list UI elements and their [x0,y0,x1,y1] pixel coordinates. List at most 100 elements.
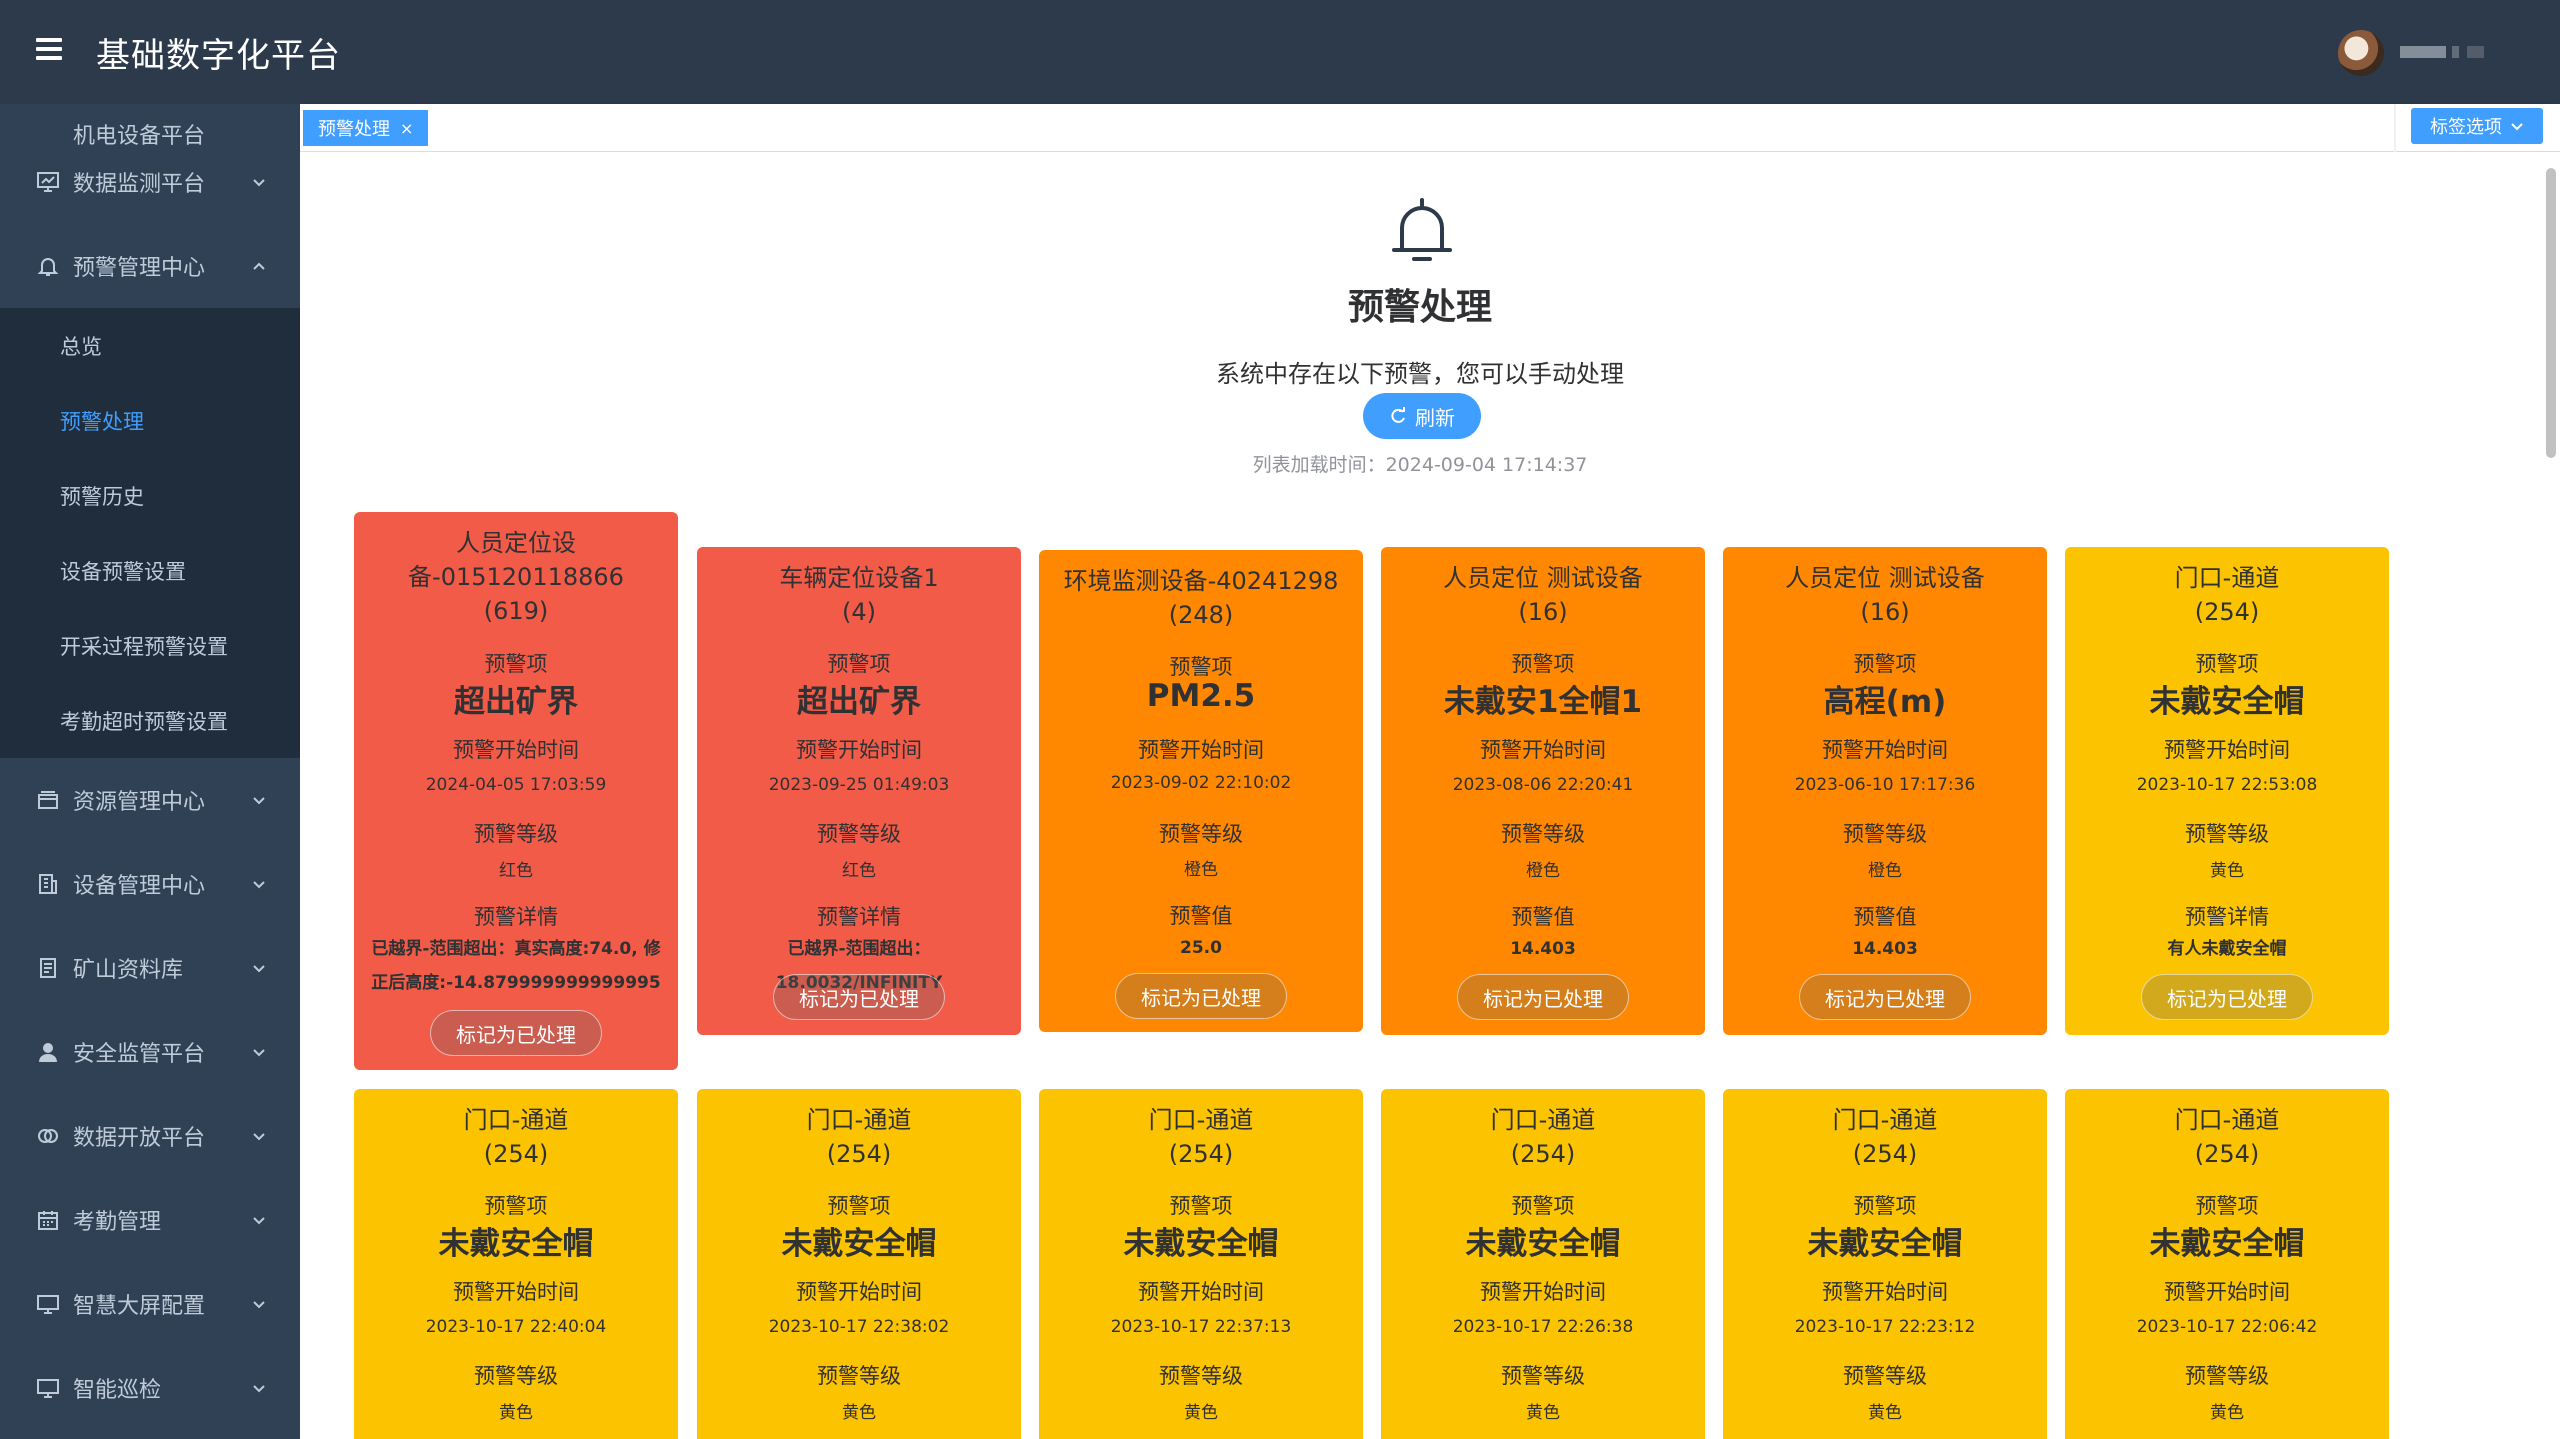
refresh-button[interactable]: 刷新 [1363,393,1481,439]
mark-handled-label: 标记为已处理 [1483,986,1603,1011]
sidebar-item-data-open[interactable]: 数据开放平台 [0,1094,300,1178]
mark-handled-button[interactable]: 标记为已处理 [1115,973,1287,1019]
sidebar: 机电设备平台 数据监测平台 预警管理中心 总览 预警处理 预警历史 设备预警设置… [0,104,300,1439]
card-count: (254) [1168,1140,1234,1168]
sidebar-item-device-center[interactable]: 设备管理中心 [0,842,300,926]
card-level-label: 预警等级 [1159,822,1243,846]
box-icon [38,791,58,809]
mark-handled-button[interactable]: 标记为已处理 [773,974,945,1020]
bell-icon [1392,198,1452,261]
warning-card: 门口-通道 (254) 预警项 未戴安全帽 预警开始时间 2023-10-17 … [1039,1089,1363,1439]
sidebar-subitem-label: 总览 [60,334,102,359]
sidebar-item-safety-platform[interactable]: 安全监管平台 [0,1010,300,1094]
card-device-name: 人员定位 测试设备 [1443,564,1643,592]
monitor-chart-icon [37,172,59,192]
chevron-down-icon [253,1217,265,1225]
page-title: 预警处理 [1347,287,1492,328]
sidebar-item-label: 安全监管平台 [73,1042,206,1067]
top-header: 基础数字化平台 [0,0,2560,104]
card-detail-label: 预警详情 [2185,905,2269,929]
sidebar-subitem-warning-handle[interactable]: 预警处理 [0,383,300,458]
mark-handled-button[interactable]: 标记为已处理 [1799,974,1971,1020]
card-item-value: 未戴安全帽 [1807,1226,1963,1262]
hamburger-menu-icon[interactable] [36,38,62,64]
chevron-down-icon [253,179,265,187]
card-count: (4) [842,598,876,626]
card-detail-label: 预警详情 [817,905,901,929]
vertical-scrollbar[interactable] [2546,168,2556,458]
card-value-label: 预警值 [1169,904,1233,928]
card-count: (16) [1860,598,1910,626]
mark-handled-label: 标记为已处理 [799,986,919,1011]
sidebar-item-bigscreen-config[interactable]: 智慧大屏配置 [0,1262,300,1346]
card-time-label: 预警开始时间 [453,738,579,762]
sidebar-subitem-device-warning-settings[interactable]: 设备预警设置 [0,533,300,608]
sidebar-item-label: 考勤管理 [73,1210,162,1235]
card-level-label: 预警等级 [1501,1364,1585,1388]
card-device-name-cont: 备-015120118866 [408,563,624,591]
warning-card: 人员定位 测试设备 (16) 预警项 未戴安1全帽1 预警开始时间 2023-0… [1381,547,1705,1035]
card-device-name: 车辆定位设备1 [779,564,939,592]
mark-handled-button[interactable]: 标记为已处理 [430,1010,602,1056]
sidebar-item-warning-center[interactable]: 预警管理中心 [0,224,300,308]
card-time-label: 预警开始时间 [2164,738,2290,762]
card-item-label: 预警项 [484,1194,548,1218]
chevron-down-icon [253,881,265,889]
card-item-value: 未戴安全帽 [1123,1226,1279,1262]
sidebar-item-mine-library[interactable]: 矿山资料库 [0,926,300,1010]
card-detail-value: 有人未戴安全帽 [2167,939,2287,959]
warning-card: 人员定位 测试设备 (16) 预警项 高程(m) 预警开始时间 2023-06-… [1723,547,2047,1035]
mark-handled-button[interactable]: 标记为已处理 [2141,974,2313,1020]
user-avatar[interactable] [2338,30,2384,76]
sidebar-item-smart-inspection[interactable]: 智能巡检 [0,1346,300,1430]
card-level-label: 预警等级 [1843,822,1927,846]
warning-card: 门口-通道 (254) 预警项 未戴安全帽 预警开始时间 2023-10-17 … [2065,1089,2389,1439]
tag-options-button[interactable]: 标签选项 [2411,108,2543,144]
card-item-value: 未戴安全帽 [2149,1226,2305,1262]
card-level-label: 预警等级 [817,1364,901,1388]
chevron-down-icon [253,1301,265,1309]
card-item-label: 预警项 [827,1194,891,1218]
chevron-down-icon [253,965,265,973]
card-level-value: 黄色 [842,1403,876,1423]
card-level-value: 红色 [842,861,876,881]
card-item-value: 未戴安全帽 [438,1226,594,1262]
data-icon [38,1129,58,1143]
sidebar-subitem-warning-history[interactable]: 预警历史 [0,458,300,533]
sidebar-item-attendance[interactable]: 考勤管理 [0,1178,300,1262]
card-time-label: 预警开始时间 [1480,738,1606,762]
card-item-label: 预警项 [484,652,548,676]
sidebar-item-data-monitor[interactable]: 数据监测平台 [0,140,300,224]
card-time-label: 预警开始时间 [1480,1280,1606,1304]
chevron-down-icon [253,797,265,805]
card-device-name: 门口-通道 [2174,1106,2280,1134]
user-icon [39,1043,57,1062]
sidebar-subitem-overview[interactable]: 总览 [0,308,300,383]
card-level-value: 红色 [499,861,533,881]
sidebar-subitem-mining-warning-settings[interactable]: 开采过程预警设置 [0,608,300,683]
mark-handled-button[interactable]: 标记为已处理 [1457,974,1629,1020]
mark-handled-label: 标记为已处理 [456,1022,576,1047]
warning-card: 人员定位设 备-015120118866 (619) 预警项 超出矿界 预警开始… [354,512,678,1070]
card-count: (254) [483,1140,549,1168]
card-time-value: 2024-04-05 17:03:59 [425,775,607,795]
username-blurred[interactable] [2400,46,2484,58]
card-item-value: 未戴安全帽 [1465,1226,1621,1262]
warning-card: 门口-通道 (254) 预警项 未戴安全帽 预警开始时间 2023-10-17 … [697,1089,1021,1439]
card-time-value: 2023-08-06 22:20:41 [1452,775,1634,795]
sidebar-subitem-attendance-warning-settings[interactable]: 考勤超时预警设置 [0,683,300,758]
card-level-label: 预警等级 [474,1364,558,1388]
card-time-value: 2023-10-17 22:53:08 [2136,775,2318,795]
card-count: (254) [2194,598,2260,626]
sidebar-item-resource-center[interactable]: 资源管理中心 [0,758,300,842]
card-item-label: 预警项 [1853,1194,1917,1218]
card-value-label: 预警值 [1853,905,1917,929]
card-level-value: 橙色 [1526,861,1560,881]
close-icon[interactable]: × [400,119,413,138]
card-time-value: 2023-09-25 01:49:03 [768,775,950,795]
card-time-value: 2023-10-17 22:38:02 [768,1317,950,1337]
sidebar-item-label: 设备管理中心 [73,874,206,899]
mark-handled-label: 标记为已处理 [1825,986,1945,1011]
card-device-name: 门口-通道 [1832,1106,1938,1134]
tag-warning-handle[interactable]: 预警处理 × [303,110,429,146]
